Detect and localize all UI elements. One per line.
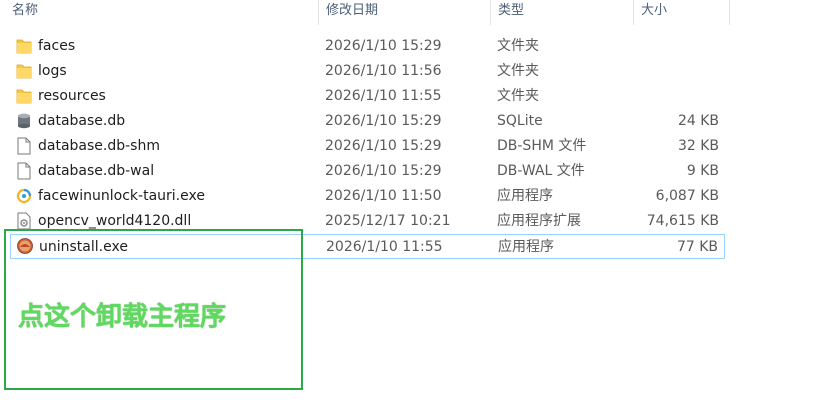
file-size: 74,615 KB — [646, 213, 719, 229]
file-row-facewinunlock-exe[interactable]: facewinunlock-tauri.exe 2026/1/10 11:50 … — [10, 184, 725, 209]
file-date: 2026/1/10 15:29 — [325, 113, 442, 129]
file-type: 应用程序 — [497, 188, 553, 204]
file-name: resources — [38, 88, 106, 104]
file-date: 2026/1/10 11:50 — [325, 188, 442, 204]
column-type-header[interactable]: 类型 — [492, 0, 632, 25]
annotation-text: 点这个卸载主程序 — [18, 302, 227, 332]
file-row-logs[interactable]: logs 2026/1/10 11:56 文件夹 — [10, 59, 725, 84]
folder-icon — [16, 62, 32, 80]
column-divider[interactable] — [633, 0, 634, 25]
column-date-header[interactable]: 修改日期 — [320, 0, 490, 25]
file-row-database-db-wal[interactable]: database.db-wal 2026/1/10 15:29 DB-WAL 文… — [10, 159, 725, 184]
file-type: SQLite — [497, 113, 543, 129]
folder-icon — [16, 37, 32, 55]
file-type: 文件夹 — [497, 63, 539, 79]
file-icon — [16, 162, 32, 180]
file-date: 2026/1/10 11:55 — [326, 239, 443, 255]
file-name: faces — [38, 38, 76, 54]
file-row-database-db[interactable]: database.db 2026/1/10 15:29 SQLite 24 KB — [10, 109, 725, 134]
column-divider[interactable] — [318, 0, 319, 25]
folder-icon — [16, 87, 32, 105]
app-icon — [16, 187, 32, 205]
file-size: 9 KB — [686, 163, 719, 179]
file-name: database.db — [38, 113, 126, 129]
file-date: 2026/1/10 11:55 — [325, 88, 442, 104]
file-type: 文件夹 — [497, 88, 539, 104]
file-type: DB-WAL 文件 — [497, 163, 585, 179]
column-divider[interactable] — [490, 0, 491, 25]
file-size: 24 KB — [677, 113, 719, 129]
file-date: 2025/12/17 10:21 — [325, 213, 451, 229]
file-type: 应用程序扩展 — [497, 213, 581, 229]
file-row-faces[interactable]: faces 2026/1/10 15:29 文件夹 — [10, 34, 725, 59]
file-date: 2026/1/10 11:56 — [325, 63, 442, 79]
database-icon — [16, 112, 32, 130]
file-size: 77 KB — [676, 239, 718, 255]
file-row-resources[interactable]: resources 2026/1/10 11:55 文件夹 — [10, 84, 725, 109]
file-name: logs — [38, 63, 67, 79]
file-size: 32 KB — [677, 138, 719, 154]
file-size: 6,087 KB — [655, 188, 719, 204]
column-size-header[interactable]: 大小 — [635, 0, 729, 25]
file-name: facewinunlock-tauri.exe — [38, 188, 205, 204]
file-row-database-db-shm[interactable]: database.db-shm 2026/1/10 15:29 DB-SHM 文… — [10, 134, 725, 159]
column-name-header[interactable]: 名称 — [6, 0, 316, 25]
file-date: 2026/1/10 15:29 — [325, 163, 442, 179]
file-date: 2026/1/10 15:29 — [325, 38, 442, 54]
file-name: database.db-wal — [38, 163, 155, 179]
column-header: 名称 修改日期 类型 大小 — [0, 0, 730, 25]
file-icon — [16, 137, 32, 155]
file-name: database.db-shm — [38, 138, 160, 154]
file-type: DB-SHM 文件 — [497, 138, 587, 154]
dll-icon — [16, 212, 32, 230]
file-type: 文件夹 — [497, 38, 539, 54]
file-date: 2026/1/10 15:29 — [325, 138, 442, 154]
file-type: 应用程序 — [498, 239, 554, 255]
column-divider[interactable] — [729, 0, 730, 25]
